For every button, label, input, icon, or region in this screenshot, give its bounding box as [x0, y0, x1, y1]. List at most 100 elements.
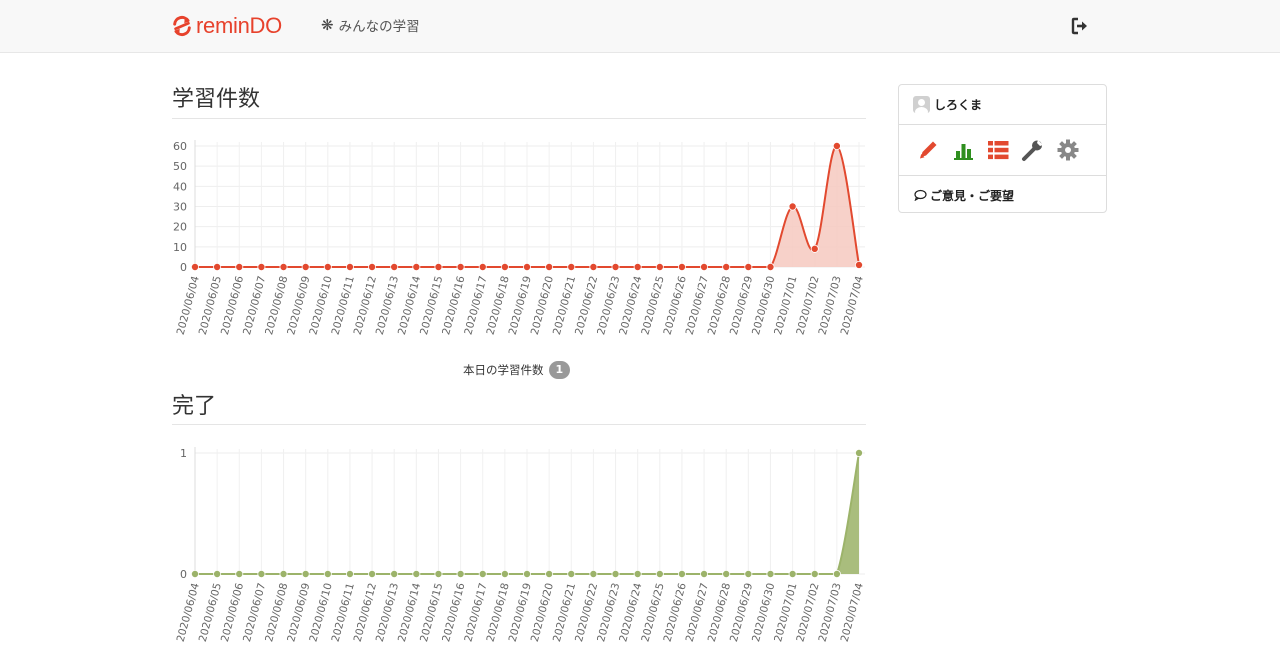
data-point[interactable] — [345, 262, 354, 271]
data-point[interactable] — [744, 262, 753, 271]
data-point[interactable] — [213, 569, 222, 578]
data-point[interactable] — [279, 569, 288, 578]
data-point[interactable] — [279, 262, 288, 271]
data-point[interactable] — [810, 569, 819, 578]
panel-icon-bar — [899, 125, 1106, 176]
data-point[interactable] — [323, 569, 332, 578]
data-point[interactable] — [832, 569, 841, 578]
data-point[interactable] — [589, 262, 598, 271]
data-point[interactable] — [301, 262, 310, 271]
completed-title: 完了 — [172, 394, 217, 419]
y-tick-label: 40 — [173, 180, 187, 193]
data-point[interactable] — [655, 262, 664, 271]
data-point[interactable] — [855, 260, 864, 269]
feedback-link[interactable]: ご意見・ご要望 — [899, 176, 1106, 214]
data-point[interactable] — [788, 202, 797, 211]
asterisk-icon: ❋ — [321, 16, 334, 34]
chart-grid — [194, 142, 865, 268]
bar-chart-icon[interactable] — [951, 138, 975, 162]
data-point[interactable] — [633, 262, 642, 271]
data-point[interactable] — [522, 569, 531, 578]
user-row: しろくま — [899, 85, 1106, 125]
data-point[interactable] — [390, 262, 399, 271]
brand-name: reminDO — [196, 13, 282, 38]
data-point[interactable] — [434, 262, 443, 271]
data-point[interactable] — [832, 141, 841, 150]
y-tick-label: 10 — [173, 241, 187, 254]
username: しろくま — [934, 98, 983, 112]
nav-link-label: みんなの学習 — [338, 19, 420, 35]
data-point[interactable] — [456, 262, 465, 271]
y-tick-label: 0 — [180, 261, 187, 274]
data-point[interactable] — [190, 569, 199, 578]
speech-bubble-icon — [914, 189, 927, 201]
data-point[interactable] — [301, 569, 310, 578]
data-point[interactable] — [567, 262, 576, 271]
x-tick-label: 2020/07/04 — [839, 581, 866, 643]
data-point[interactable] — [235, 569, 244, 578]
chart-grid — [194, 449, 865, 575]
today-study-count-label: 本日の学習件数 — [463, 363, 544, 377]
data-point[interactable] — [700, 262, 709, 271]
wrench-icon[interactable] — [1021, 138, 1045, 162]
data-point[interactable] — [700, 569, 709, 578]
data-point[interactable] — [522, 262, 531, 271]
data-point[interactable] — [478, 569, 487, 578]
data-point[interactable] — [633, 569, 642, 578]
data-point[interactable] — [412, 569, 421, 578]
user-panel: しろくま ご意見・ご要望 — [898, 84, 1107, 213]
data-point[interactable] — [434, 569, 443, 578]
top-navbar: reminDO ❋ みんなの学習 — [0, 0, 1280, 53]
data-point[interactable] — [478, 262, 487, 271]
data-point[interactable] — [190, 262, 199, 271]
data-point[interactable] — [744, 569, 753, 578]
completed-chart: 012020/06/042020/06/052020/06/062020/06/… — [175, 447, 866, 643]
data-point[interactable] — [390, 569, 399, 578]
study-count-title: 学習件数 — [172, 87, 261, 112]
data-point[interactable] — [810, 244, 819, 253]
y-tick-label: 0 — [180, 568, 187, 581]
study-count-chart: 01020304050602020/06/042020/06/052020/06… — [173, 140, 866, 336]
data-point[interactable] — [611, 569, 620, 578]
nav-link-community-study[interactable]: ❋ みんなの学習 — [321, 15, 420, 35]
data-point[interactable] — [368, 569, 377, 578]
y-tick-label: 1 — [180, 447, 187, 460]
data-point[interactable] — [722, 569, 731, 578]
refresh-logo-icon — [173, 15, 191, 37]
y-tick-label: 60 — [173, 140, 187, 153]
study-count-divider — [172, 118, 866, 119]
data-point[interactable] — [589, 569, 598, 578]
data-point[interactable] — [345, 569, 354, 578]
completed-divider — [172, 424, 866, 425]
data-point[interactable] — [611, 262, 620, 271]
data-point[interactable] — [766, 262, 775, 271]
data-point[interactable] — [655, 569, 664, 578]
data-point[interactable] — [500, 262, 509, 271]
y-tick-label: 20 — [173, 221, 187, 234]
data-point[interactable] — [213, 262, 222, 271]
data-point[interactable] — [257, 569, 266, 578]
data-point[interactable] — [855, 448, 864, 457]
data-point[interactable] — [235, 262, 244, 271]
brand-logo-link[interactable]: reminDO — [171, 12, 282, 40]
data-point[interactable] — [677, 262, 686, 271]
list-icon[interactable] — [986, 138, 1010, 162]
data-point[interactable] — [545, 569, 554, 578]
data-point[interactable] — [545, 262, 554, 271]
data-point[interactable] — [412, 262, 421, 271]
data-point[interactable] — [323, 262, 332, 271]
data-point[interactable] — [368, 262, 377, 271]
data-point[interactable] — [788, 569, 797, 578]
pencil-icon[interactable] — [916, 138, 940, 162]
y-tick-label: 50 — [173, 160, 187, 173]
gear-icon[interactable] — [1056, 138, 1080, 162]
logout-icon[interactable] — [1070, 16, 1090, 36]
data-point[interactable] — [500, 569, 509, 578]
data-point[interactable] — [456, 569, 465, 578]
data-point[interactable] — [567, 569, 576, 578]
x-tick-label: 2020/07/04 — [839, 274, 866, 336]
data-point[interactable] — [766, 569, 775, 578]
data-point[interactable] — [677, 569, 686, 578]
data-point[interactable] — [257, 262, 266, 271]
data-point[interactable] — [722, 262, 731, 271]
